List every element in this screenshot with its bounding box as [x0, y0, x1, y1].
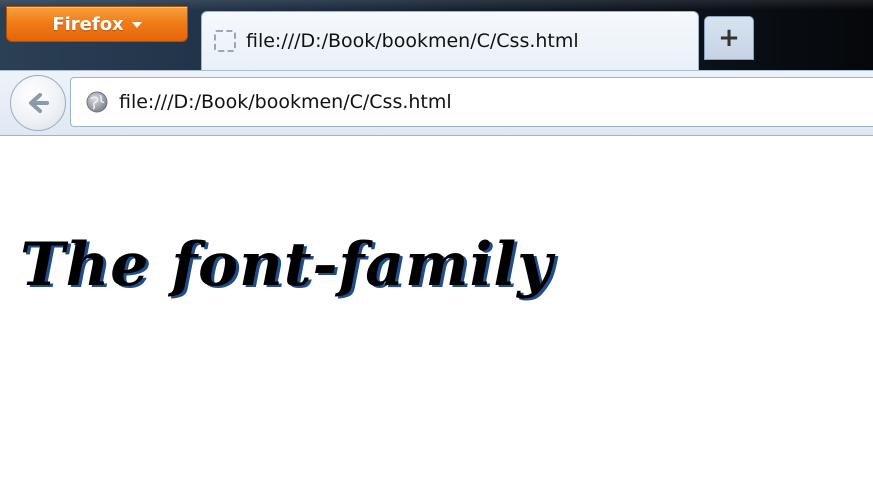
navigation-toolbar: file:///D:/Book/bookmen/C/Css.html — [0, 70, 873, 136]
firefox-menu-button[interactable]: Firefox — [6, 6, 188, 42]
firefox-menu-label: Firefox — [52, 13, 124, 35]
page-content: The font-family — [0, 136, 873, 488]
globe-icon — [86, 91, 108, 113]
new-tab-button[interactable]: + — [704, 16, 754, 60]
address-bar[interactable]: file:///D:/Book/bookmen/C/Css.html — [70, 77, 873, 127]
plus-icon: + — [718, 23, 740, 53]
blank-page-icon — [214, 30, 236, 52]
chevron-down-icon — [131, 22, 142, 28]
tab-title: file:///D:/Book/bookmen/C/Css.html — [246, 30, 579, 52]
page-heading: The font-family — [20, 230, 554, 300]
tab-active[interactable]: file:///D:/Book/bookmen/C/Css.html — [201, 11, 699, 70]
url-text: file:///D:/Book/bookmen/C/Css.html — [119, 91, 452, 113]
back-arrow-icon — [29, 93, 49, 113]
back-button[interactable] — [10, 75, 66, 131]
